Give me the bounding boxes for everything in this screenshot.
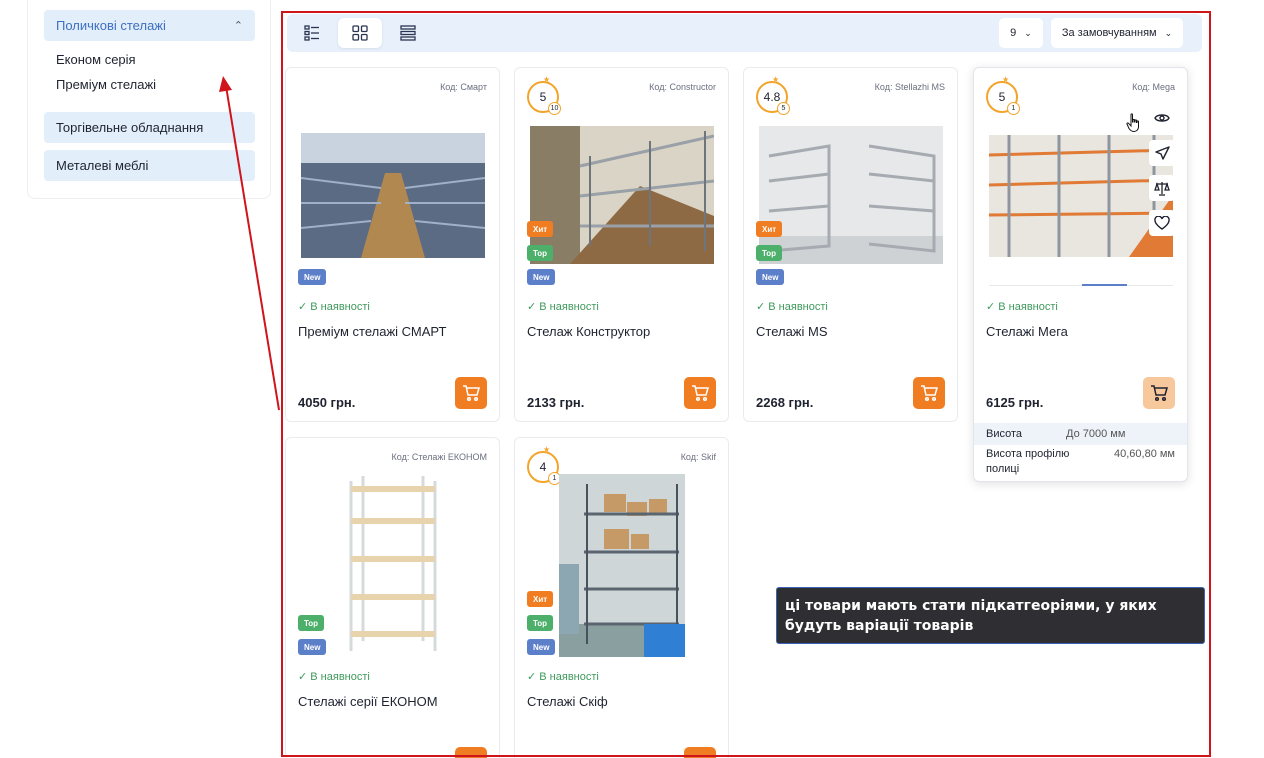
category-label: Поличкові стелажі <box>56 18 166 33</box>
category-metal-furniture[interactable]: Металеві меблі <box>44 150 255 181</box>
category-sidebar: Поличкові стелажі ⌃ Економ серія Преміум… <box>27 0 271 199</box>
category-label: Торгівельне обладнання <box>56 120 204 135</box>
chevron-up-icon: ⌃ <box>233 20 243 32</box>
category-label: Металеві меблі <box>56 158 149 173</box>
subcategory-economy[interactable]: Економ серія <box>56 52 136 67</box>
category-shelving[interactable]: Поличкові стелажі ⌃ <box>44 10 255 41</box>
category-retail-equipment[interactable]: Торгівельне обладнання <box>44 112 255 143</box>
highlight-frame <box>281 11 1211 757</box>
subcategory-premium[interactable]: Преміум стелажі <box>56 77 156 92</box>
hand-cursor-icon <box>1126 113 1139 133</box>
annotation-note: ці товари мають стати підкатгеоріями, у … <box>776 587 1205 644</box>
